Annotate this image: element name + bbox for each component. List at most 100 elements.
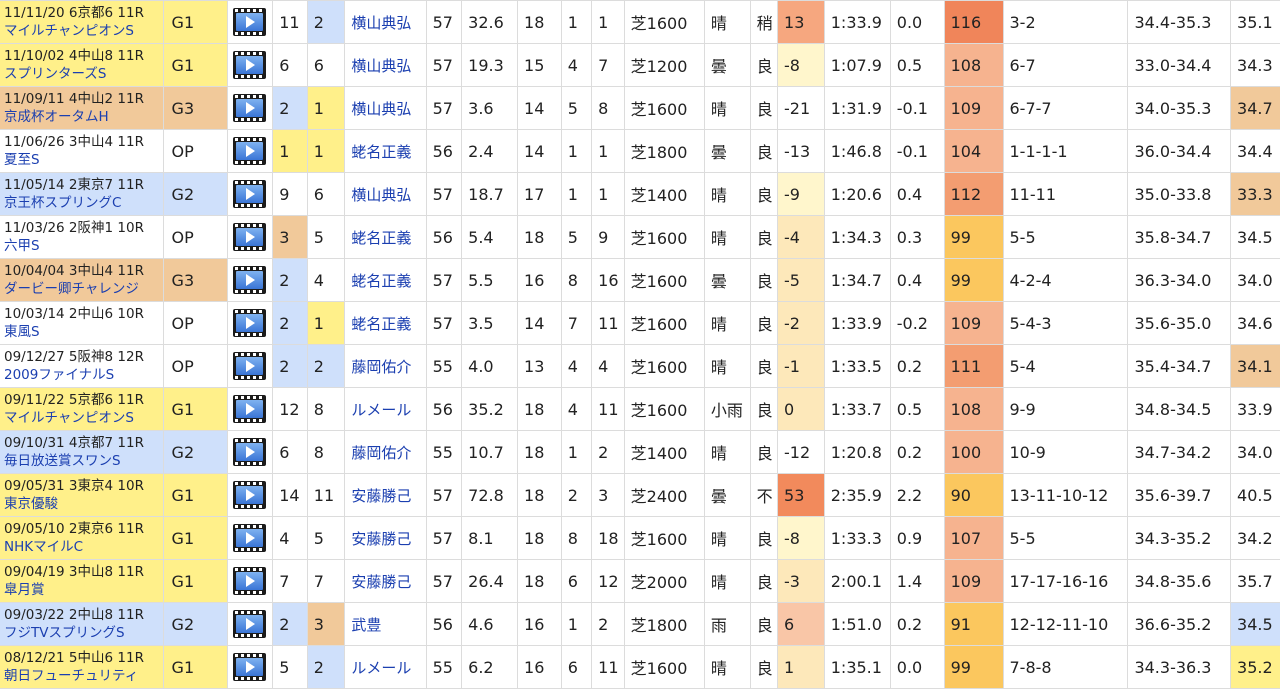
distance: 芝1800 [623,129,705,173]
weather: 晴 [703,559,751,603]
jockey-link[interactable]: 藤岡佑介 [344,344,427,388]
passing-order: 10-9 [1002,430,1129,474]
margin: 0.3 [889,215,945,259]
horse-number: 1 [306,301,346,345]
video-film-icon[interactable] [232,180,266,208]
finish-time: 1:33.3 [823,516,891,560]
jockey-link[interactable]: 藤岡佑介 [344,430,427,474]
video-cell[interactable] [226,430,274,474]
weather: 晴 [703,301,751,345]
race-name-link[interactable]: 六甲S [4,237,162,255]
jockey-link[interactable]: ルメール [344,387,427,431]
jockey-link[interactable]: 蛯名正義 [344,301,427,345]
jockey-link[interactable]: 安藤勝己 [344,559,427,603]
margin: 1.4 [889,559,945,603]
field-size: 18 [517,559,562,603]
jockey-link[interactable]: 蛯名正義 [344,258,427,302]
jockey-link[interactable]: 武豊 [344,602,427,646]
jockey-link[interactable]: 安藤勝己 [344,516,427,560]
pace: 34.3-35.2 [1127,516,1232,560]
video-cell[interactable] [226,344,274,388]
carried-weight: 56 [425,129,463,173]
race-date: 09/03/22 2中山8 11R [4,607,144,623]
video-cell[interactable] [226,645,274,689]
jockey-link[interactable]: 横山典弘 [344,86,427,130]
gate-number: 2 [272,344,308,388]
table-row: 09/03/22 2中山8 11R フジTVスプリングS G2 2 3 武豊 56 4.6 16… [0,602,1280,646]
race-name-link[interactable]: 皐月賞 [4,581,162,599]
track-condition: 良 [749,86,779,130]
race-name-link[interactable]: スプリンターズS [4,65,162,83]
video-film-icon[interactable] [232,567,266,595]
race-name-link[interactable]: 京王杯スプリングC [4,194,162,212]
jockey-link[interactable]: 蛯名正義 [344,215,427,259]
race-cell: 09/05/10 2東京6 11R NHKマイルC [0,516,164,560]
video-film-icon[interactable] [232,51,266,79]
race-name-link[interactable]: 東京優駿 [4,495,162,513]
race-name-link[interactable]: マイルチャンピオンS [4,409,162,427]
video-cell[interactable] [226,301,274,345]
track-condition: 良 [749,215,779,259]
video-cell[interactable] [226,129,274,173]
video-cell[interactable] [226,258,274,302]
jockey-link[interactable]: 横山典弘 [344,172,427,216]
video-cell[interactable] [226,172,274,216]
video-film-icon[interactable] [232,524,266,552]
video-film-icon[interactable] [232,352,266,380]
video-film-icon[interactable] [232,309,266,337]
finish-time: 1:31.9 [823,86,891,130]
video-cell[interactable] [226,602,274,646]
race-name-link[interactable]: マイルチャンピオンS [4,22,162,40]
table-row: 10/03/14 2中山6 10R 東風S OP 2 1 蛯名正義 57 3.5 14 7 11 芝1… [0,301,1280,345]
video-film-icon[interactable] [232,395,266,423]
video-cell[interactable] [226,86,274,130]
video-cell[interactable] [226,0,274,44]
jockey-link[interactable]: 横山典弘 [344,43,427,87]
video-cell[interactable] [226,215,274,259]
video-film-icon[interactable] [232,438,266,466]
finish-time: 1:33.5 [823,344,891,388]
video-film-icon[interactable] [232,137,266,165]
video-film-icon[interactable] [232,223,266,251]
popularity: 1 [560,172,593,216]
track-condition: 良 [749,430,779,474]
race-name-link[interactable]: ダービー卿チャレンジ [4,280,162,298]
speed-index: 112 [943,172,1004,216]
finish-rank: 2 [591,430,625,474]
race-name-link[interactable]: 京成杯オータムH [4,108,162,126]
jockey-link[interactable]: 蛯名正義 [344,129,427,173]
video-film-icon[interactable] [232,266,266,294]
video-cell[interactable] [226,387,274,431]
jockey-link[interactable]: ルメール [344,645,427,689]
race-cell: 11/03/26 2阪神1 10R 六甲S [0,215,164,259]
race-name-link[interactable]: フジTVスプリングS [4,624,162,642]
distance: 芝2000 [623,559,705,603]
jockey-link[interactable]: 横山典弘 [344,0,427,44]
video-cell[interactable] [226,43,274,87]
carried-weight: 57 [425,86,463,130]
popularity: 4 [560,43,593,87]
finish-rank: 11 [591,645,625,689]
video-cell[interactable] [226,516,274,560]
speed-index: 104 [943,129,1004,173]
race-name-link[interactable]: 東風S [4,323,162,341]
race-name-link[interactable]: 2009ファイナルS [4,366,162,384]
video-film-icon[interactable] [232,94,266,122]
race-name-link[interactable]: 朝日フューチュリティ [4,667,162,685]
video-film-icon[interactable] [232,610,266,638]
video-film-icon[interactable] [232,653,266,681]
race-date: 11/09/11 4中山2 11R [4,91,144,107]
video-film-icon[interactable] [232,8,266,36]
jockey-link[interactable]: 安藤勝己 [344,473,427,517]
race-name-link[interactable]: NHKマイルC [4,538,162,556]
race-name-link[interactable]: 夏至S [4,151,162,169]
finish-time: 1:34.3 [823,215,891,259]
video-cell[interactable] [226,473,274,517]
passing-order: 5-5 [1002,516,1129,560]
passing-order: 4-2-4 [1002,258,1129,302]
finish-time: 1:33.9 [823,301,891,345]
video-film-icon[interactable] [232,481,266,509]
video-cell[interactable] [226,559,274,603]
race-name-link[interactable]: 毎日放送賞スワンS [4,452,162,470]
race-grade: G1 [162,516,228,560]
